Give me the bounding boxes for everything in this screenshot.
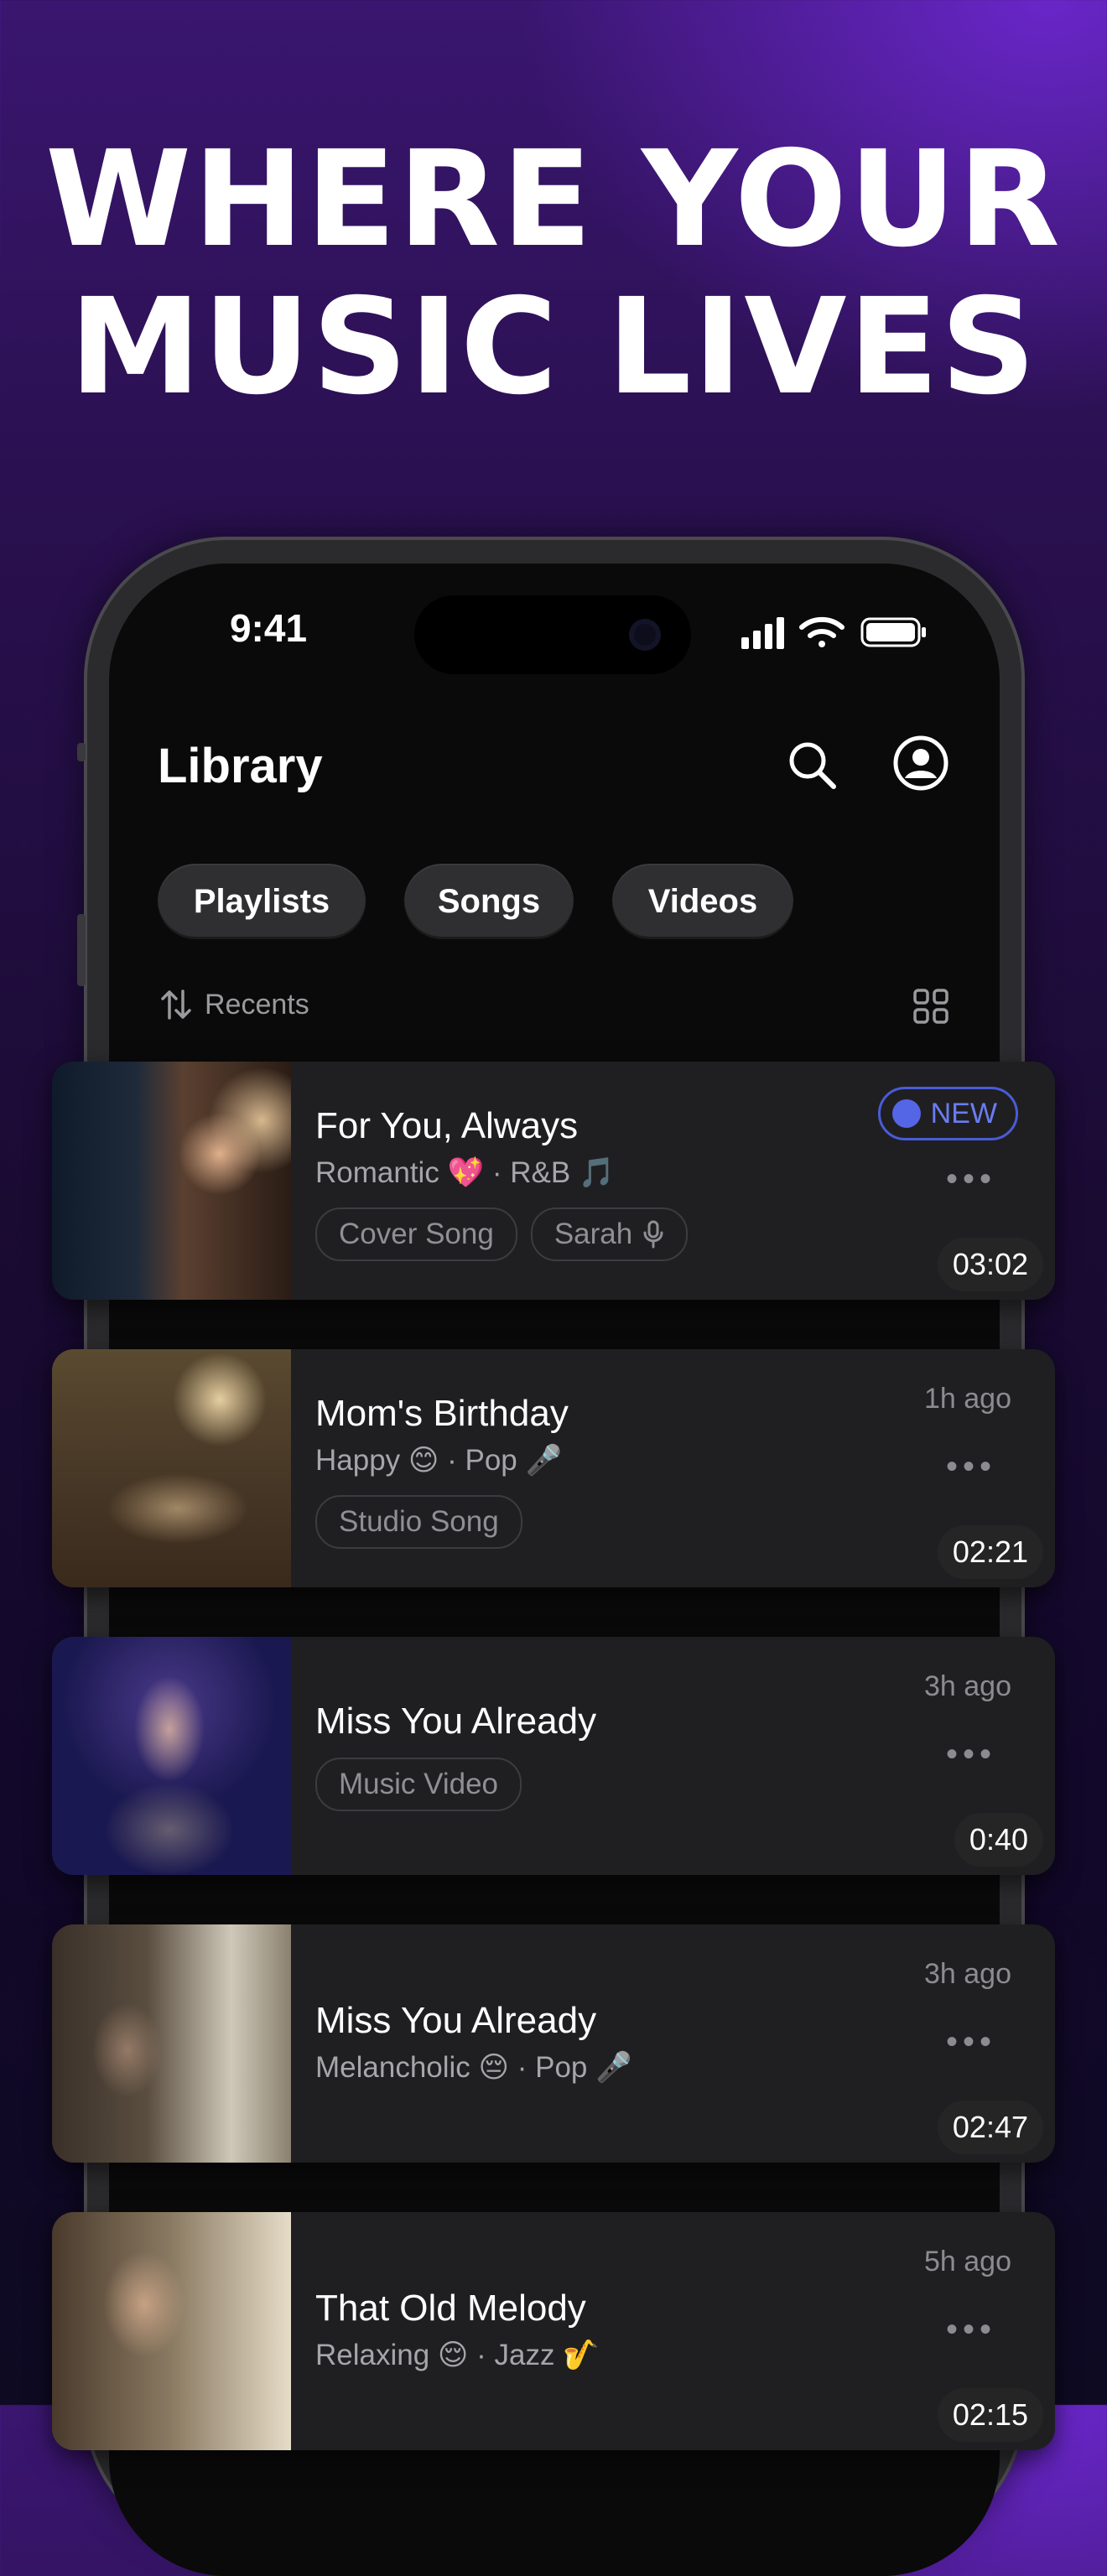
front-camera (629, 619, 661, 651)
page-title: Library (158, 739, 323, 793)
marketing-headline: WHERE YOUR MUSIC LIVES (0, 126, 1107, 421)
sort-label: Recents (205, 988, 309, 1021)
thumbnail-image (52, 1637, 291, 1875)
wifi-icon (799, 616, 845, 647)
status-icons (741, 616, 926, 649)
item-meta: Relaxing 😌 · Jazz 🎷 (315, 2339, 600, 2371)
tag-label: Sarah (554, 1218, 633, 1250)
item-title: Miss You Already (315, 1701, 597, 1742)
headline-line-1: WHERE YOUR (44, 122, 1063, 277)
filter-videos[interactable]: Videos (612, 864, 793, 939)
item-meta: Happy 😊 · Pop 🎤 (315, 1444, 563, 1477)
tag-artist: Sarah (530, 1208, 689, 1261)
thumbnail-image (52, 2212, 291, 2450)
timestamp: 3h ago (924, 1958, 1011, 1990)
profile-icon[interactable] (892, 735, 949, 792)
timestamp: 5h ago (924, 2246, 1011, 2277)
item-meta: Melancholic 😔 · Pop 🎤 (315, 2051, 632, 2084)
thumbnail-image (52, 1349, 291, 1587)
timestamp: 1h ago (924, 1383, 1011, 1415)
sort-arrows-icon (161, 989, 191, 1020)
duration-badge: 0:40 (954, 1813, 1043, 1867)
item-title: For You, Always (315, 1105, 579, 1146)
phone-side-button (77, 914, 86, 986)
list-item[interactable]: 02:15 That Old Melody Relaxing 😌 · Jazz … (52, 2212, 1055, 2450)
tag-list: Cover Song Sarah (315, 1208, 689, 1261)
phone-mute-switch (77, 743, 86, 761)
sort-control[interactable]: Recents (159, 988, 309, 1021)
headline-line-2: MUSIC LIVES (69, 270, 1038, 424)
more-options-button[interactable]: ••• (946, 1448, 996, 1486)
duration-badge: 02:15 (937, 2388, 1043, 2442)
more-options-button[interactable]: ••• (946, 2023, 996, 2061)
tag-list: Music Video (315, 1758, 522, 1811)
item-meta: Romantic 💖 · R&B 🎵 (315, 1156, 616, 1189)
timestamp: 3h ago (924, 1670, 1011, 1702)
battery-icon (860, 617, 926, 647)
new-badge: NEW (877, 1087, 1018, 1140)
item-title: That Old Melody (315, 2288, 586, 2329)
more-options-button[interactable]: ••• (946, 1736, 996, 1774)
duration-badge: 02:21 (937, 1525, 1043, 1579)
duration-badge: 03:02 (937, 1238, 1043, 1291)
list-item[interactable]: 02:47 Miss You Already Melancholic 😔 · P… (52, 1924, 1055, 2163)
search-icon[interactable] (785, 738, 839, 792)
status-time: 9:41 (229, 606, 308, 650)
tag: Music Video (315, 1758, 522, 1811)
list-item[interactable]: 0:40 Miss You Already Music Video 3h ago… (52, 1637, 1055, 1875)
more-options-button[interactable]: ••• (946, 1161, 996, 1198)
item-title: Miss You Already (315, 2000, 597, 2041)
more-options-button[interactable]: ••• (946, 2311, 996, 2349)
list-item[interactable]: 03:02 For You, Always Romantic 💖 · R&B 🎵… (52, 1062, 1055, 1300)
tag-list: Studio Song (315, 1495, 522, 1549)
grid-view-icon[interactable] (912, 988, 949, 1025)
microphone-icon (643, 1220, 663, 1249)
filter-songs[interactable]: Songs (404, 864, 574, 939)
thumbnail-image (52, 1062, 291, 1300)
thumbnail-image (52, 1924, 291, 2163)
duration-badge: 02:47 (937, 2101, 1043, 2154)
filter-playlists[interactable]: Playlists (158, 864, 366, 939)
cellular-signal-icon (741, 617, 784, 649)
new-badge-label: NEW (930, 1097, 997, 1130)
list-item[interactable]: 02:21 Mom's Birthday Happy 😊 · Pop 🎤 Stu… (52, 1349, 1055, 1587)
item-title: Mom's Birthday (315, 1393, 569, 1434)
tag: Cover Song (315, 1208, 517, 1261)
tag: Studio Song (315, 1495, 522, 1549)
new-dot-icon (891, 1099, 921, 1128)
